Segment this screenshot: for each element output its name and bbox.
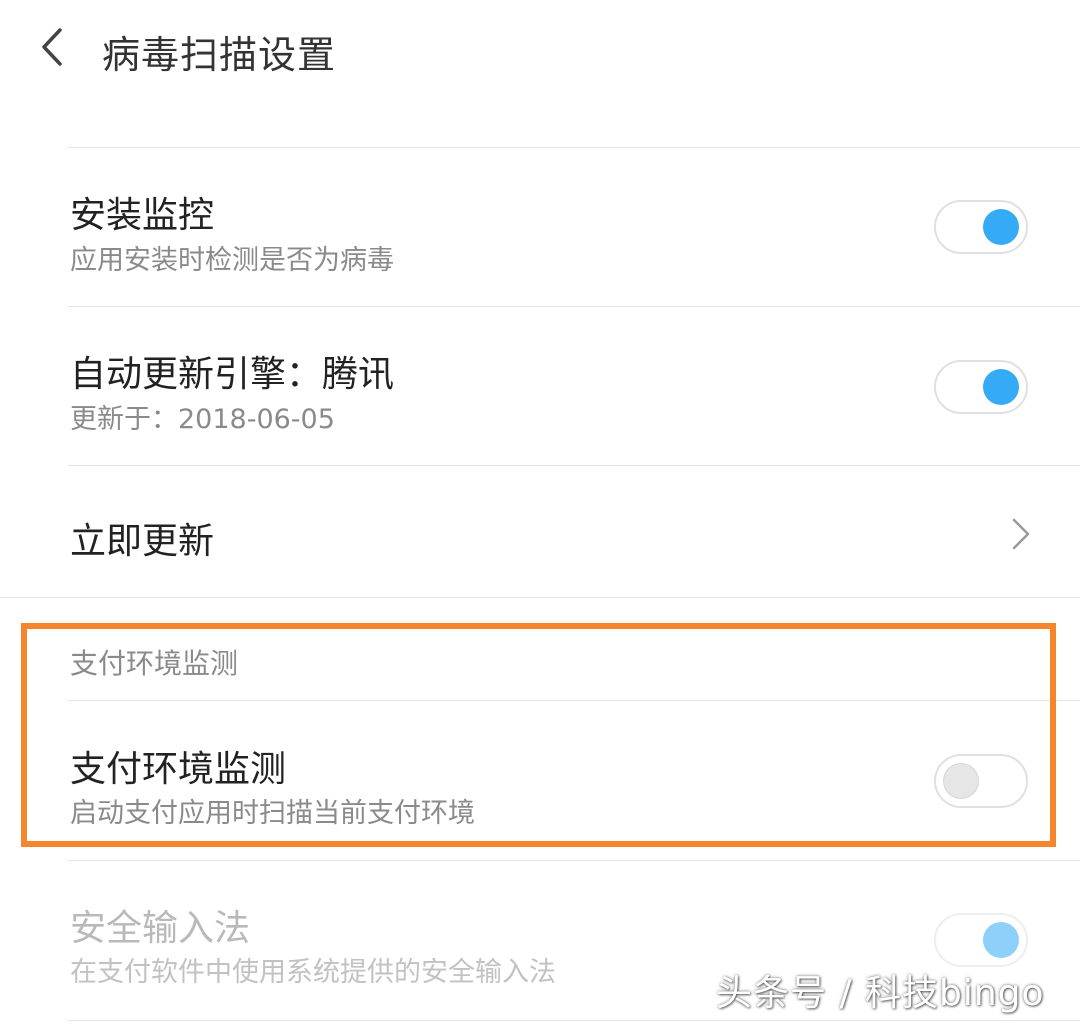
watermark-text: 头条号 / 科技bingo	[716, 973, 1045, 1014]
secure-keyboard-toggle	[934, 913, 1028, 967]
divider	[68, 860, 1080, 861]
back-button[interactable]	[28, 22, 78, 72]
toggle-knob	[983, 369, 1019, 405]
highlight-annotation-box	[21, 623, 1056, 847]
toggle-knob	[983, 209, 1019, 245]
divider	[68, 1020, 1080, 1021]
setting-title: 自动更新引擎：腾讯	[70, 354, 395, 395]
chevron-left-icon	[42, 28, 62, 66]
setting-subtitle: 在支付软件中使用系统提供的安全输入法	[70, 957, 556, 988]
setting-subtitle: 更新于：2018-06-05	[70, 404, 335, 435]
toggle-knob	[983, 922, 1019, 958]
setting-subtitle: 应用安装时检测是否为病毒	[70, 245, 394, 276]
page-title: 病毒扫描设置	[102, 33, 337, 77]
setting-title: 安全输入法	[70, 908, 251, 949]
chevron-right-icon	[1012, 518, 1030, 550]
setting-title: 立即更新	[70, 521, 215, 562]
divider	[68, 306, 1080, 307]
install-monitor-toggle[interactable]	[934, 200, 1028, 254]
setting-title: 安装监控	[70, 195, 215, 236]
divider	[68, 147, 1080, 148]
section-divider	[0, 597, 1080, 598]
app-header: 病毒扫描设置	[0, 0, 1080, 96]
auto-update-engine-toggle[interactable]	[934, 360, 1028, 414]
divider	[68, 465, 1080, 466]
